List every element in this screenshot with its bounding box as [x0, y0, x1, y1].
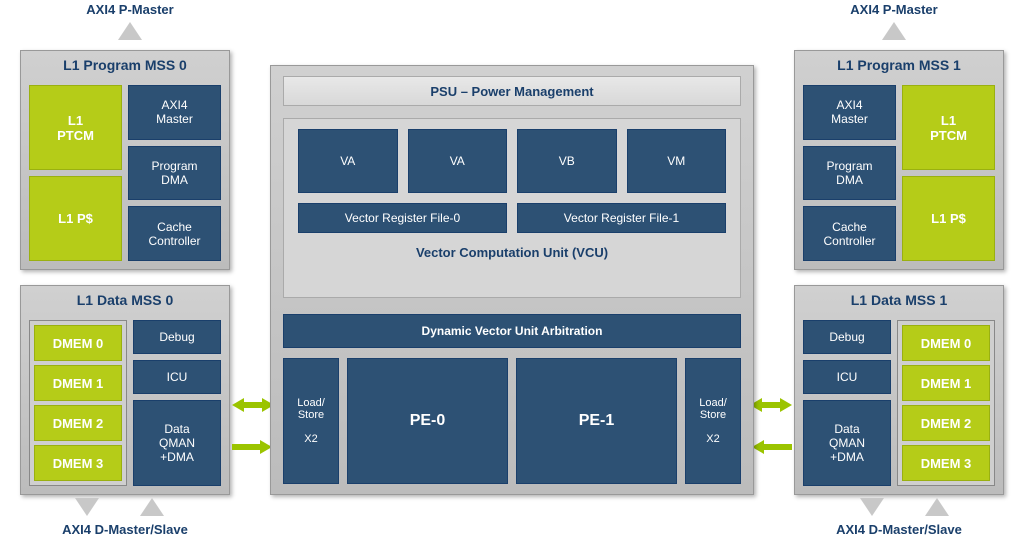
vreg-va: VA	[408, 129, 508, 193]
arrow-left-icon	[752, 440, 792, 454]
dmem-2: DMEM 2	[902, 405, 990, 441]
vector-register-file-1: Vector Register File-1	[517, 203, 726, 233]
pe-0: PE-0	[347, 358, 508, 484]
l1-pcache: L1 P$	[29, 176, 122, 261]
vector-register-file-0: Vector Register File-0	[298, 203, 507, 233]
l1-data-mss-0: L1 Data MSS 0 DMEM 0 DMEM 1 DMEM 2 DMEM …	[20, 285, 230, 495]
data-mss0-title: L1 Data MSS 0	[21, 286, 229, 312]
axi4-pmaster-left-label: AXI4 P-Master	[70, 2, 190, 17]
axi4-dmaster-right-label: AXI4 D-Master/Slave	[799, 522, 999, 537]
vreg-vm: VM	[627, 129, 727, 193]
load-store-right: Load/ Store X2	[685, 358, 741, 484]
dmem-1: DMEM 1	[902, 365, 990, 401]
double-arrow-icon	[750, 398, 792, 412]
l1-pcache: L1 P$	[902, 176, 995, 261]
l1-data-mss-1: L1 Data MSS 1 Debug ICU Data QMAN +DMA D…	[794, 285, 1004, 495]
debug: Debug	[803, 320, 891, 354]
axi4-master: AXI4 Master	[128, 85, 221, 140]
dynamic-vector-unit-arbitration: Dynamic Vector Unit Arbitration	[283, 314, 741, 348]
vreg-va: VA	[298, 129, 398, 193]
center-core: PSU – Power Management VA VA VB VM Vecto…	[270, 65, 754, 495]
data-mss1-title: L1 Data MSS 1	[795, 286, 1003, 312]
psu-bar: PSU – Power Management	[283, 76, 741, 106]
dmem-0: DMEM 0	[902, 325, 990, 361]
arrow-right-icon	[232, 440, 272, 454]
vcu-frame: VA VA VB VM Vector Register File-0 Vecto…	[283, 118, 741, 298]
vcu-label: Vector Computation Unit (VCU)	[284, 237, 740, 260]
arrow-down-icon	[860, 498, 884, 516]
vreg-vb: VB	[517, 129, 617, 193]
cache-controller: Cache Controller	[803, 206, 896, 261]
arrow-up-icon	[882, 22, 906, 40]
l1-ptcm: L1 PTCM	[902, 85, 995, 170]
axi4-master: AXI4 Master	[803, 85, 896, 140]
load-store-left: Load/ Store X2	[283, 358, 339, 484]
l1-program-mss-1: L1 Program MSS 1 AXI4 Master Program DMA…	[794, 50, 1004, 270]
icu: ICU	[803, 360, 891, 394]
axi4-pmaster-right-label: AXI4 P-Master	[834, 2, 954, 17]
arrow-up-icon	[925, 498, 949, 516]
program-mss1-title: L1 Program MSS 1	[795, 51, 1003, 77]
pe-1: PE-1	[516, 358, 677, 484]
program-dma: Program DMA	[803, 146, 896, 201]
arrow-up-icon	[140, 498, 164, 516]
debug: Debug	[133, 320, 221, 354]
dmem-3: DMEM 3	[34, 445, 122, 481]
cache-controller: Cache Controller	[128, 206, 221, 261]
dmem-2: DMEM 2	[34, 405, 122, 441]
dmem-0: DMEM 0	[34, 325, 122, 361]
axi4-dmaster-left-label: AXI4 D-Master/Slave	[25, 522, 225, 537]
dmem-3: DMEM 3	[902, 445, 990, 481]
icu: ICU	[133, 360, 221, 394]
double-arrow-icon	[232, 398, 274, 412]
data-qman-dma: Data QMAN +DMA	[133, 400, 221, 486]
program-mss0-title: L1 Program MSS 0	[21, 51, 229, 77]
l1-program-mss-0: L1 Program MSS 0 L1 PTCM L1 P$ AXI4 Mast…	[20, 50, 230, 270]
arrow-down-icon	[75, 498, 99, 516]
data-qman-dma: Data QMAN +DMA	[803, 400, 891, 486]
l1-ptcm: L1 PTCM	[29, 85, 122, 170]
dmem-1: DMEM 1	[34, 365, 122, 401]
program-dma: Program DMA	[128, 146, 221, 201]
arrow-up-icon	[118, 22, 142, 40]
